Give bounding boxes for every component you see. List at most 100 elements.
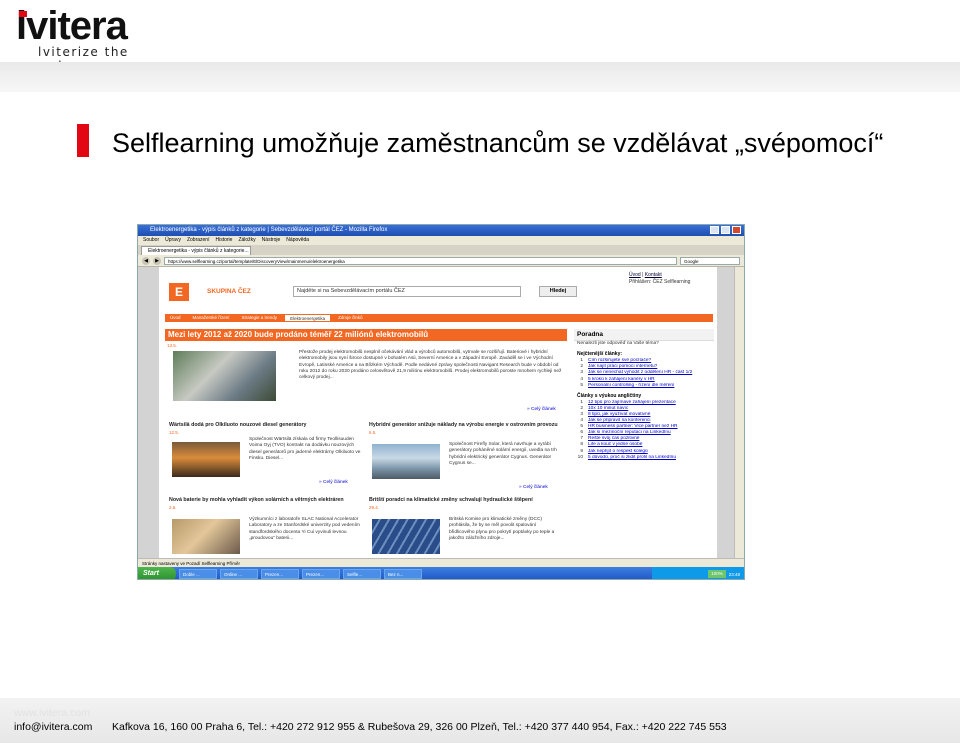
card-title[interactable]: Hybridní generátor snižuje náklady na vý… xyxy=(369,422,565,429)
nav-elektroenergetika[interactable]: Elektroenergetika xyxy=(284,314,332,322)
slide-title: Selflearning umožňuje zaměstnancům se vz… xyxy=(112,128,884,158)
card-image[interactable] xyxy=(372,444,440,479)
browser-screenshot: Elektroenergetika - výpis článků z kateg… xyxy=(137,224,745,580)
taskbar-item[interactable]: Bez n... xyxy=(384,569,422,579)
nav-strategie[interactable]: Strategie a trendy xyxy=(236,314,283,322)
tab-strip: Elektroenergetika - výpis článků z kateg… xyxy=(138,245,744,255)
article-card: Wärtsilä dodá pro Olkiluoto nouzové dies… xyxy=(169,422,365,497)
poll-title: Poradna xyxy=(574,329,714,341)
site-nav: Úvod Manažerské řízení Strategie a trend… xyxy=(165,314,713,322)
list-item[interactable]: 10 5 důvodů, proč si zlidit profil na Lin… xyxy=(577,455,714,461)
featured-article-date: 13.5. xyxy=(167,343,178,348)
title-accent-bar xyxy=(77,124,89,157)
maximize-icon[interactable] xyxy=(721,226,730,234)
menu-nastroje[interactable]: Nástroje xyxy=(262,236,281,245)
card-more-link[interactable]: » Celý článek xyxy=(519,485,548,490)
menu-bar: Soubor Úpravy Zobrazení Historie Záložky… xyxy=(138,236,744,245)
search-field[interactable]: Google xyxy=(680,256,740,265)
card-date: 2.5. xyxy=(169,504,177,510)
sidebar: Poradna Nenalezli jste odpověď na Vaše t… xyxy=(574,329,714,554)
menu-napoveda[interactable]: Nápověda xyxy=(286,236,309,245)
item-number: 5 xyxy=(580,382,583,388)
card-title[interactable]: Britští poradci na klimatické změny schv… xyxy=(369,497,565,504)
card-more-link[interactable]: » Celý článek xyxy=(319,480,348,485)
courses-title: Články s výukou angličtiny xyxy=(577,392,642,399)
tab-active[interactable]: Elektroenergetika - výpis článků z kateg… xyxy=(141,246,251,255)
card-image[interactable] xyxy=(372,519,440,554)
article-card: Nová baterie by mohla vyhladit výkon sol… xyxy=(169,497,365,558)
item-link[interactable]: 5 důvodů, proč si zlidit profil na Linke… xyxy=(588,455,708,461)
latest-list: 1 Čím rozšiřujete své počítače? 2 Jak nají… xyxy=(574,358,714,388)
link-uvod[interactable]: Úvod xyxy=(629,272,641,278)
header-band xyxy=(0,62,960,92)
card-title[interactable]: Wärtsilä dodá pro Olkiluoto nouzové dies… xyxy=(169,422,365,429)
card-text: Britská Komise pro klimatické změny (DCC… xyxy=(449,517,555,541)
page-scrollbar[interactable] xyxy=(734,267,744,558)
menu-zobrazeni[interactable]: Zobrazení xyxy=(187,236,210,245)
item-number: 10 xyxy=(577,454,583,460)
featured-article-title[interactable]: Mezi lety 2012 až 2020 bude prodáno témě… xyxy=(165,329,567,341)
site-header: E SKUPINA ČEZ Najděte si na Sebevzděláva… xyxy=(159,267,717,313)
featured-article-image[interactable] xyxy=(173,351,276,401)
window-titlebar: Elektroenergetika - výpis článků z kateg… xyxy=(138,225,744,236)
top-links: Úvod | Kontakt Přihlášen: ČEZ Selflearni… xyxy=(629,272,691,285)
back-icon[interactable]: ◀ xyxy=(142,256,150,265)
ivitera-logo: lvitera lviterize the web xyxy=(14,4,144,73)
page-content: E SKUPINA ČEZ Najděte si na Sebevzděláva… xyxy=(159,267,717,558)
card-image[interactable] xyxy=(172,519,240,554)
taskbar-item[interactable]: Selfle... xyxy=(343,569,381,579)
taskbar-item[interactable]: Online ... xyxy=(220,569,258,579)
web-page: E SKUPINA ČEZ Najděte si na Sebevzděláva… xyxy=(138,267,736,558)
card-date: 12.5. xyxy=(169,429,180,435)
menu-soubor[interactable]: Soubor xyxy=(143,236,159,245)
taskbar-item[interactable]: Prezen... xyxy=(261,569,299,579)
windows-taskbar: Start Doble ... Online ... Prezen... Pre… xyxy=(138,567,744,579)
system-tray: 100% 23:48 xyxy=(652,567,744,579)
item-link[interactable]: Personální controlling - řízení dle měře… xyxy=(588,383,708,389)
card-text: Společnost Firefly Solar, která navrhuje… xyxy=(449,442,557,466)
menu-zalozky[interactable]: Záložky xyxy=(238,236,255,245)
url-field[interactable]: https://www.selflearning.cz/portal/templ… xyxy=(164,256,677,265)
logo-dot xyxy=(19,11,27,17)
window-controls xyxy=(710,226,741,234)
list-item[interactable]: 5 Personální controlling - řízení dle měř… xyxy=(577,383,714,389)
footer-website[interactable]: www.ivitera.com xyxy=(14,707,90,719)
taskbar-item[interactable]: Prezen... xyxy=(302,569,340,579)
featured-article-more-link[interactable]: » Celý článek xyxy=(527,407,556,412)
clock[interactable]: 23:48 xyxy=(729,572,740,577)
cez-brand: SKUPINA ČEZ xyxy=(207,288,251,295)
card-title[interactable]: Nová baterie by mohla vyhladit výkon sol… xyxy=(169,497,365,504)
latest-title: Nejčtenější články: xyxy=(577,351,623,358)
card-date: 6.5. xyxy=(369,429,377,435)
taskbar-item[interactable]: Doble ... xyxy=(179,569,217,579)
battery-indicator[interactable]: 100% xyxy=(708,570,726,578)
article-card: Britští poradci na klimatické změny schv… xyxy=(369,497,565,558)
logo-wordmark: lvitera xyxy=(16,4,128,48)
card-text: Společnost Wärtsilä získala od firmy Teo… xyxy=(249,437,361,461)
nav-manazerske-rizeni[interactable]: Manažerské řízení xyxy=(187,314,235,322)
site-search-input[interactable]: Najděte si na Sebevzdělávacím portálu ČE… xyxy=(293,286,521,297)
nav-zdroje[interactable]: Zdroje člnků xyxy=(333,314,368,322)
nav-uvod[interactable]: Úvod xyxy=(165,314,186,322)
card-date: 29.4. xyxy=(369,504,380,510)
courses-list: 1 12 tipů pro zajímavé zahájení prezentac… xyxy=(574,400,714,461)
menu-upravy[interactable]: Úpravy xyxy=(165,236,181,245)
navigation-bar: ◀ ▶ https://www.selflearning.cz/portal/t… xyxy=(138,255,744,267)
menu-historie[interactable]: Historie xyxy=(215,236,232,245)
status-bar: Stránky nastaveny ve Pozadí Selflearning… xyxy=(138,558,744,567)
minimize-icon[interactable] xyxy=(710,226,719,234)
start-button[interactable]: Start xyxy=(138,567,176,579)
forward-icon[interactable]: ▶ xyxy=(153,256,161,265)
window-title: Elektroenergetika - výpis článků z kateg… xyxy=(150,227,388,233)
poll-text[interactable]: Nenalezli jste odpověď na Vaše téma? xyxy=(574,341,714,347)
footer-address: Kafkova 16, 160 00 Praha 6, Tel.: +420 2… xyxy=(112,721,727,733)
logged-user: Přihlášen: ČEZ Selflearning xyxy=(629,279,691,285)
link-kontakt[interactable]: Kontakt xyxy=(645,272,662,278)
site-search-button[interactable]: Hledej xyxy=(539,286,577,297)
cez-logo-icon[interactable]: E xyxy=(169,283,189,301)
featured-article-text: Přestože prodej elektromobilů nesplnil o… xyxy=(299,350,562,381)
footer-email[interactable]: info@ivitera.com xyxy=(14,721,92,733)
card-image[interactable] xyxy=(172,442,240,477)
card-text: Výzkumníci z laboratoře SLAC National Ac… xyxy=(249,517,360,541)
close-icon[interactable] xyxy=(732,226,741,234)
